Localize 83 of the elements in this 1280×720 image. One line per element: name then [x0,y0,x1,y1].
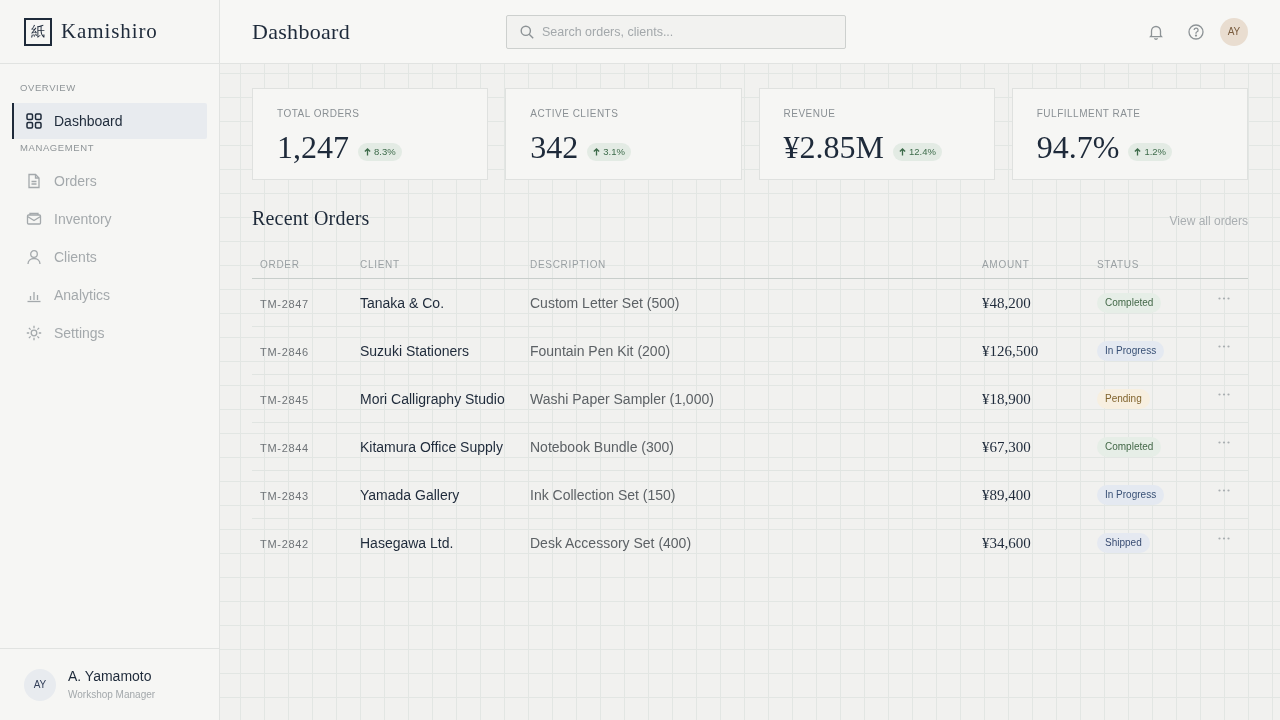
stat-value: ¥2.85M [783,129,884,165]
stat-label: ACTIVE CLIENTS [530,107,620,121]
order-amount: ¥34,600 [982,534,1031,551]
order-description: Desk Accessory Set (400) [530,534,692,551]
column-header: STATUS [1097,258,1140,270]
change-badge: 12.4% [892,142,942,161]
change-badge: 1.2% [1128,142,1173,161]
nav-item[interactable]: Dashboard [12,103,207,139]
user-name: A. Yamamoto [68,667,153,685]
stat-label: FULFILLMENT RATE [1036,107,1142,121]
order-description: Notebook Bundle (300) [530,438,674,455]
more-options-icon[interactable] [1218,440,1230,444]
stat-value: 94.7% [1036,129,1120,165]
logo-mark: 紙 [24,17,52,46]
person-icon [26,249,42,265]
stat-value: 1,247 [277,129,349,165]
change-badge: 3.1% [587,142,631,161]
order-amount: ¥89,400 [982,486,1031,503]
nav-item[interactable]: Inventory [12,201,207,237]
order-id: TM-2843 [260,489,309,502]
help-icon[interactable] [1188,23,1204,40]
client-name: Suzuki Stationers [360,342,469,359]
order-id: TM-2846 [260,345,309,358]
nav-item[interactable]: Clients [12,239,207,275]
view-all-link[interactable]: View all orders [1169,214,1248,228]
stat-value: 342 [530,129,579,165]
page-title: Dashboard [252,18,350,45]
search-field[interactable]: Search orders, clients... [506,14,846,49]
order-id: TM-2845 [260,393,309,406]
order-amount: ¥18,900 [982,390,1031,407]
order-description: Ink Collection Set (150) [530,486,676,503]
nav-item[interactable]: Orders [12,163,207,199]
order-description: Custom Letter Set (500) [530,294,680,311]
more-options-icon[interactable] [1218,344,1230,348]
user-role: Workshop Manager [68,688,156,702]
status-badge: Completed [1097,293,1162,313]
order-description: Fountain Pen Kit (200) [530,342,671,359]
more-options-icon[interactable] [1218,536,1230,540]
nav-item[interactable]: Analytics [12,277,207,313]
stat-label: REVENUE [783,107,837,121]
status-badge: Pending [1097,389,1150,409]
client-name: Kitamura Office Supply [360,438,503,455]
account-avatar[interactable]: AY [1220,17,1248,46]
sun-icon [26,325,42,341]
order-id: TM-2844 [260,441,309,454]
client-name: Tanaka & Co. [360,294,445,311]
nav-item[interactable]: Settings [12,315,207,351]
client-name: Hasegawa Ltd. [360,534,454,551]
status-badge: In Progress [1097,341,1165,361]
user-avatar: AY [24,668,56,701]
client-name: Yamada Gallery [360,486,460,503]
document-icon [26,173,42,189]
status-badge: Shipped [1097,533,1150,553]
client-name: Mori Calligraphy Studio [360,390,505,407]
more-options-icon[interactable] [1218,392,1230,396]
order-amount: ¥48,200 [982,294,1031,311]
grid-icon [26,113,42,129]
envelope-icon [26,211,42,227]
status-badge: In Progress [1097,485,1165,505]
nav-section-label: MANAGEMENT [19,141,96,155]
more-options-icon[interactable] [1218,296,1230,300]
order-amount: ¥126,500 [982,342,1039,359]
arrow-up-icon [364,147,371,156]
order-id: TM-2842 [260,537,309,550]
order-id: TM-2847 [260,297,309,310]
status-badge: Completed [1097,437,1162,457]
column-header: CLIENT [360,258,400,270]
change-badge: 8.3% [358,142,402,161]
section-title: Recent Orders [252,206,370,230]
arrow-up-icon [898,147,906,156]
order-description: Washi Paper Sampler (1,000) [530,390,714,407]
column-header: AMOUNT [982,258,1030,270]
column-header: ORDER [260,258,300,270]
more-options-icon[interactable] [1218,488,1230,492]
notification-bell-icon[interactable] [1148,23,1164,40]
arrow-up-icon [593,147,601,156]
order-amount: ¥67,300 [982,438,1031,455]
nav-section-label: OVERVIEW [19,81,77,95]
brand-name: Kamishiro [61,19,158,44]
search-icon [520,24,534,39]
stat-label: TOTAL ORDERS [277,107,361,121]
column-header: DESCRIPTION [530,258,607,270]
arrow-up-icon [1134,147,1142,156]
